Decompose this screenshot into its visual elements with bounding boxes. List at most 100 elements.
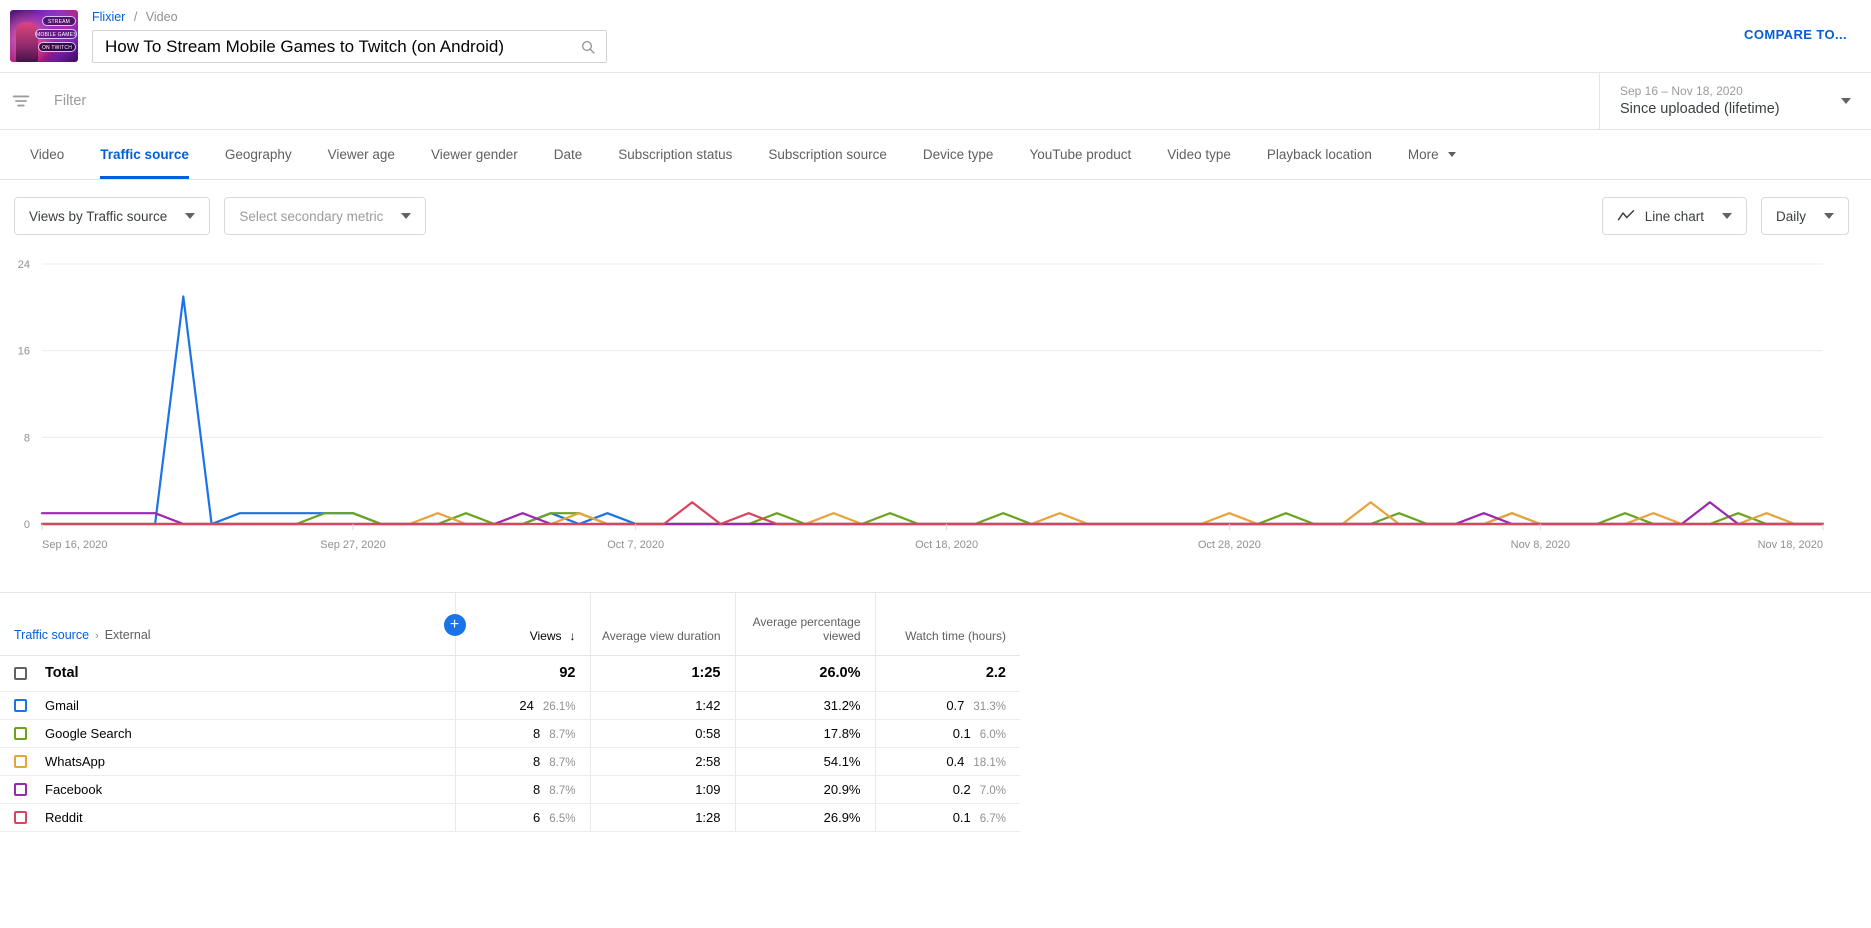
chevron-down-icon — [401, 213, 412, 219]
total-label-cell: Total — [0, 655, 455, 692]
tab-playback-location[interactable]: Playback location — [1249, 130, 1390, 179]
row-watch-time-percent: 31.3% — [973, 700, 1006, 713]
secondary-metric-select[interactable]: Select secondary metric — [224, 197, 427, 235]
row-views: 8 8.7% — [454, 775, 590, 804]
search-icon[interactable] — [580, 39, 596, 55]
table-row[interactable]: Gmail 24 26.1% 1:42 31.2% 0.7 31.3% — [0, 691, 1020, 720]
tab-video-type[interactable]: Video type — [1149, 130, 1249, 179]
tab-label: Playback location — [1266, 147, 1372, 162]
tab-label: Date — [553, 147, 583, 162]
tab-more[interactable]: More — [1390, 130, 1474, 179]
primary-metric-label: Views by Traffic source — [29, 208, 168, 224]
compare-to-button[interactable]: COMPARE TO... — [1744, 27, 1847, 42]
row-label: WhatsApp — [45, 754, 105, 770]
row-watch-time: 0.1 6.7% — [874, 803, 1020, 832]
chevron-down-icon[interactable] — [1841, 98, 1851, 104]
tab-label: Viewer gender — [430, 147, 518, 162]
row-label: Reddit — [45, 810, 83, 826]
checkbox-google-search[interactable] — [14, 727, 27, 741]
tab-label: Video type — [1167, 147, 1231, 162]
row-label-cell: Reddit — [0, 803, 455, 832]
table-breadcrumb-header: Traffic source › External + — [0, 593, 466, 656]
checkbox-gmail[interactable] — [14, 699, 27, 713]
tab-viewer-gender[interactable]: Viewer gender — [413, 130, 536, 179]
row-label-cell: Google Search — [0, 719, 455, 748]
checkbox-reddit[interactable] — [14, 811, 27, 825]
row-views-value: 8 — [533, 725, 541, 741]
date-range-selector[interactable]: Sep 16 – Nov 18, 2020 Since uploaded (li… — [1599, 73, 1871, 129]
row-views-percent: 8.7% — [549, 756, 576, 769]
row-watch-time: 0.4 18.1% — [874, 747, 1020, 776]
table-row[interactable]: Google Search 8 8.7% 0:58 17.8% 0.1 6.0% — [0, 719, 1020, 748]
column-header-avg-view-duration[interactable]: Average view duration — [589, 593, 735, 656]
page-header: STREAM MOBILE GAMES ON TWITCH Flixier / … — [0, 0, 1871, 72]
x-axis-tick-label: Nov 8, 2020 — [1511, 539, 1570, 551]
chart-type-label: Line chart — [1644, 208, 1704, 224]
y-axis-tick-label: 0 — [24, 519, 30, 531]
traffic-source-line-chart: 0 8 16 24 Sep 16, 2020 Sep 27, 2020 Oct 7, 202… — [0, 252, 1871, 592]
tab-traffic-source[interactable]: Traffic source — [82, 130, 207, 179]
row-watch-time: 0.2 7.0% — [874, 775, 1020, 804]
primary-metric-select[interactable]: Views by Traffic source — [14, 197, 211, 235]
breadcrumb-channel-link[interactable]: Flixier — [92, 10, 125, 24]
table-breadcrumb-separator: › — [95, 629, 99, 642]
table-row[interactable]: Reddit 6 6.5% 1:28 26.9% 0.1 6.7% — [0, 803, 1020, 832]
thumbnail-text-line2: MOBILE GAMES — [35, 29, 77, 39]
filter-icon[interactable] — [10, 90, 32, 112]
row-views-percent: 26.1% — [542, 700, 576, 713]
row-watch-time: 0.1 6.0% — [874, 719, 1020, 748]
row-label: Gmail — [45, 698, 79, 714]
table-row[interactable]: Facebook 8 8.7% 1:09 20.9% 0.2 7.0% — [0, 775, 1020, 804]
chevron-down-icon — [185, 213, 196, 219]
tab-label: Traffic source — [100, 147, 189, 162]
video-thumbnail: STREAM MOBILE GAMES ON TWITCH — [10, 10, 78, 62]
chart-type-select[interactable]: Line chart — [1601, 197, 1747, 235]
breadcrumb-separator: / — [133, 10, 138, 24]
row-avg-percentage-viewed: 31.2% — [734, 691, 875, 720]
tab-geography[interactable]: Geography — [207, 130, 310, 179]
video-search-box[interactable]: How To Stream Mobile Games to Twitch (on… — [92, 30, 607, 63]
row-watch-time-value: 0.1 — [952, 725, 971, 741]
row-label: Total — [45, 665, 79, 682]
filter-input[interactable]: Filter — [54, 93, 86, 109]
granularity-select[interactable]: Daily — [1760, 197, 1849, 235]
tab-subscription-source[interactable]: Subscription source — [750, 130, 905, 179]
column-header-watch-time[interactable]: Watch time (hours) — [874, 593, 1020, 656]
line-chart-icon — [1617, 210, 1634, 221]
secondary-metric-label: Select secondary metric — [239, 208, 384, 224]
checkbox-facebook[interactable] — [14, 783, 27, 797]
chart-controls: Views by Traffic source Select secondary… — [0, 180, 1871, 252]
tab-viewer-age[interactable]: Viewer age — [310, 130, 413, 179]
row-label: Google Search — [45, 726, 132, 742]
checkbox-whatsapp[interactable] — [14, 755, 27, 769]
tab-label: Subscription status — [618, 147, 733, 162]
chart-controls-right: Line chart Daily — [1588, 197, 1849, 235]
thumbnail-text-line1: STREAM — [42, 16, 76, 26]
row-avg-view-duration: 1:28 — [589, 803, 735, 832]
column-header-avg-percentage-viewed[interactable]: Average percentage viewed — [734, 593, 875, 656]
chevron-down-icon — [1721, 213, 1732, 219]
breadcrumb-current: Video — [145, 10, 178, 24]
tab-youtube-product[interactable]: YouTube product — [1011, 130, 1149, 179]
row-views: 24 26.1% — [454, 691, 590, 720]
tab-label: YouTube product — [1029, 147, 1132, 162]
tab-subscription-status[interactable]: Subscription status — [600, 130, 750, 179]
table-row[interactable]: WhatsApp 8 8.7% 2:58 54.1% 0.4 18.1% — [0, 747, 1020, 776]
row-label-cell: WhatsApp — [0, 747, 455, 776]
y-axis-tick-label: 16 — [18, 346, 30, 358]
checkbox-total[interactable] — [14, 666, 27, 680]
y-axis-tick-label: 24 — [18, 259, 30, 271]
table-breadcrumb-link[interactable]: Traffic source — [14, 628, 89, 642]
row-label-cell: Facebook — [0, 775, 455, 804]
tab-date[interactable]: Date — [536, 130, 601, 179]
row-avg-view-duration: 1:09 — [589, 775, 735, 804]
x-axis-tick-label: Sep 27, 2020 — [320, 539, 385, 551]
breadcrumb: Flixier / Video — [92, 9, 607, 25]
tab-video[interactable]: Video — [12, 130, 82, 179]
column-header-views[interactable]: Views ↓ — [454, 593, 590, 656]
add-metric-button[interactable]: + — [443, 614, 466, 636]
chevron-down-icon — [1824, 213, 1834, 219]
row-label-cell: Gmail — [0, 691, 455, 720]
tab-device-type[interactable]: Device type — [905, 130, 1012, 179]
chart-canvas: 0 8 16 24 Sep 16, 2020 Sep 27, 2020 Oct 7, 202… — [18, 259, 1825, 551]
